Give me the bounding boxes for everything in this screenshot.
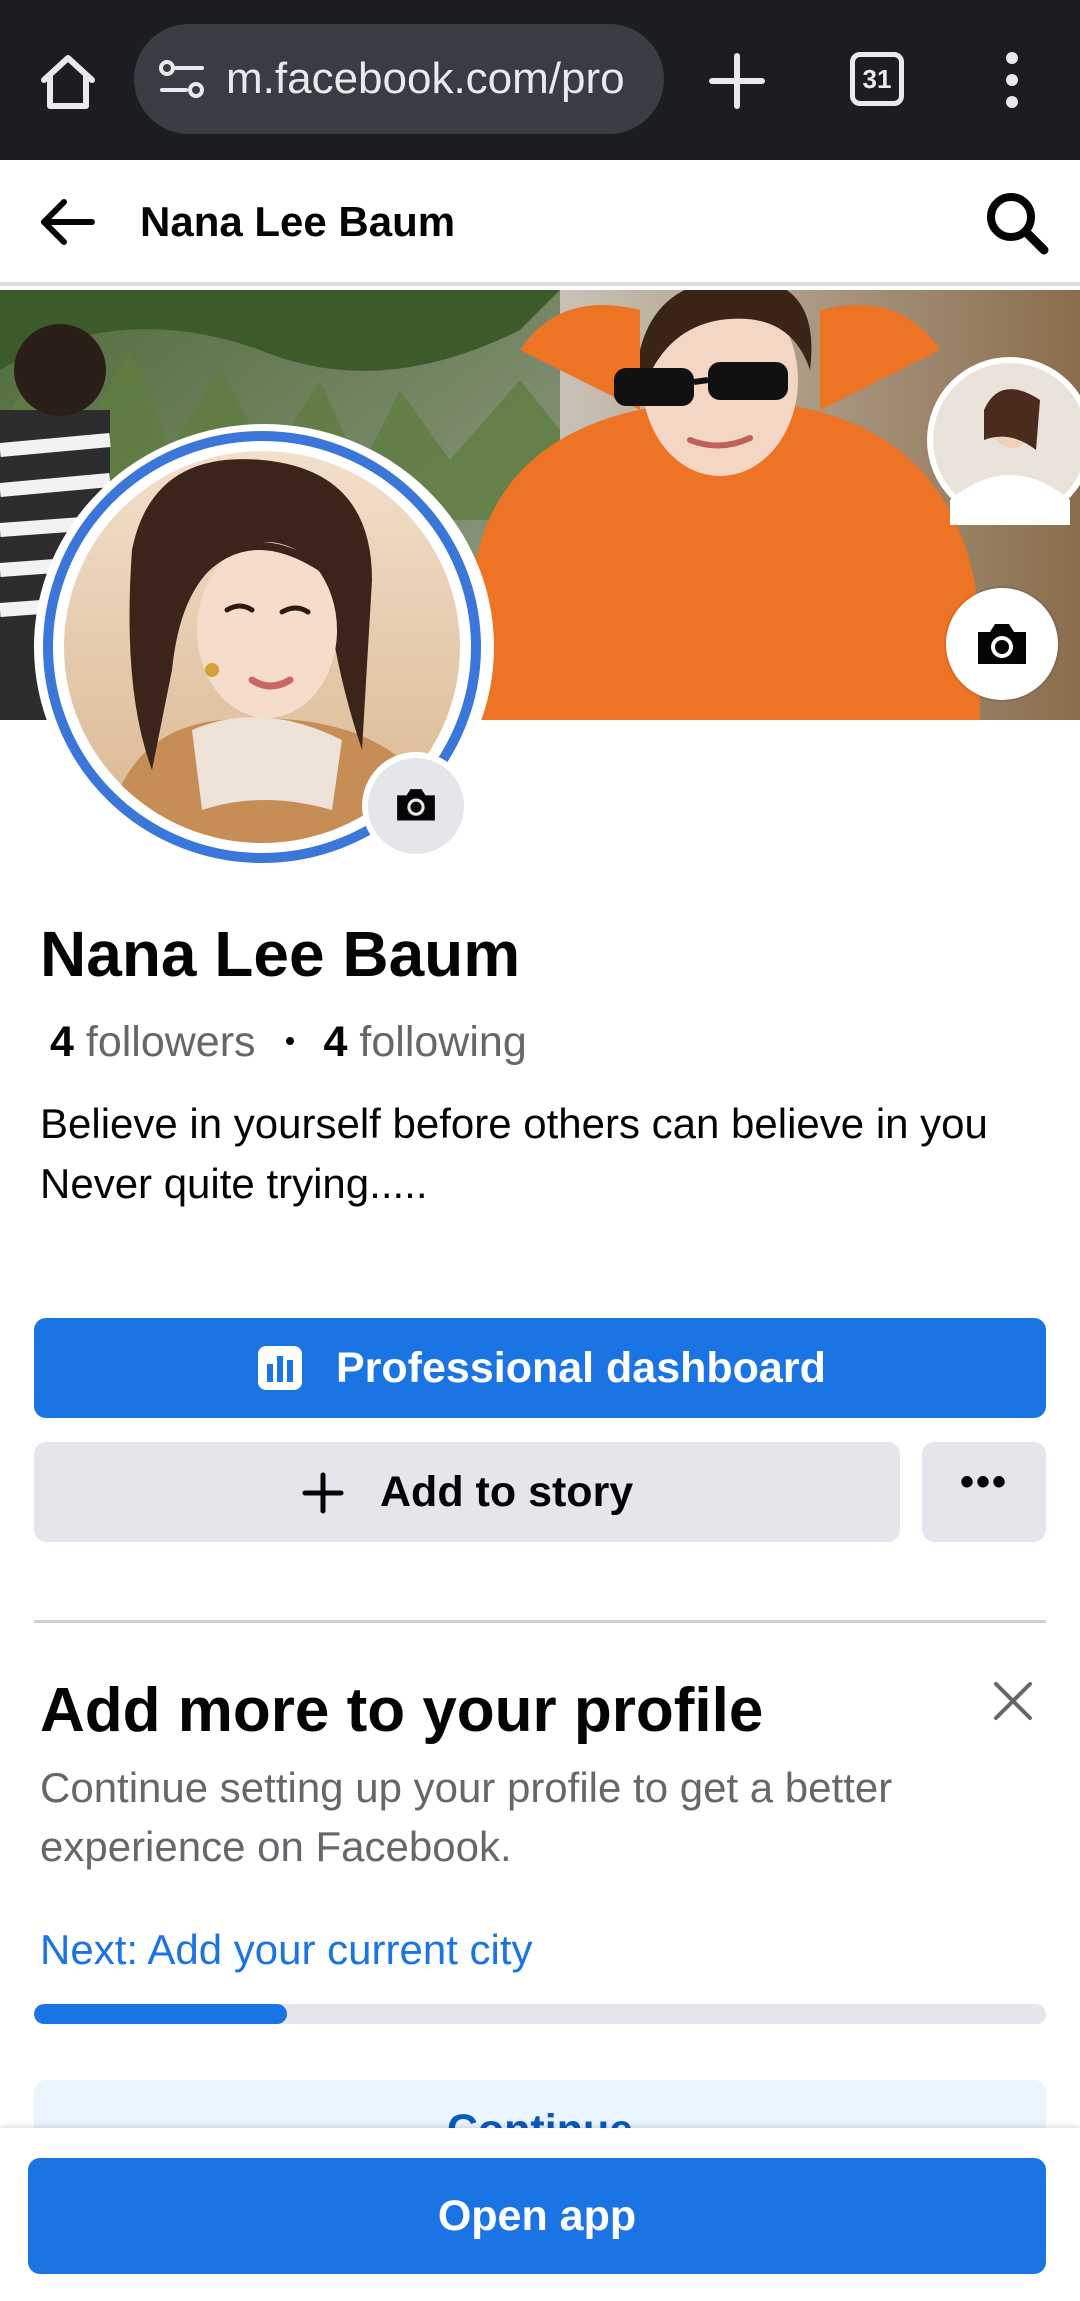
followers-count: 4 bbox=[50, 1018, 74, 1066]
more-vertical-icon[interactable] bbox=[990, 50, 1034, 110]
profile-prompt-description: Continue setting up your profile to get … bbox=[40, 1764, 893, 1870]
tabs-icon[interactable]: 31 bbox=[850, 52, 904, 106]
search-icon[interactable] bbox=[982, 188, 1052, 258]
profile-bio: Believe in yourself before others can be… bbox=[40, 1094, 1040, 1214]
home-icon[interactable] bbox=[36, 50, 100, 114]
plus-icon[interactable] bbox=[702, 46, 772, 116]
avatar-camera-button[interactable] bbox=[362, 752, 470, 860]
open-app-label: Open app bbox=[437, 2192, 637, 2240]
header-title: Nana Lee Baum bbox=[140, 198, 456, 245]
separator-dot bbox=[285, 1036, 294, 1045]
open-app-button[interactable]: Open app bbox=[28, 2158, 1046, 2274]
site-info-icon[interactable] bbox=[158, 58, 206, 100]
add-to-story-button[interactable]: Add to story bbox=[34, 1442, 900, 1542]
open-app-bar: Open app bbox=[0, 2128, 1080, 2301]
following-link[interactable]: 4 following bbox=[324, 1018, 527, 1066]
address-bar[interactable]: m.facebook.com/pro bbox=[134, 24, 664, 134]
profile-header: Nana Lee Baum bbox=[0, 160, 1080, 286]
profile-name: Nana Lee Baum bbox=[40, 918, 521, 990]
followers-label: followers bbox=[85, 1018, 256, 1066]
bio-line: Never quite trying..... bbox=[40, 1160, 428, 1207]
following-label: following bbox=[359, 1018, 527, 1066]
back-arrow-icon[interactable] bbox=[36, 190, 100, 254]
close-icon[interactable] bbox=[990, 1678, 1036, 1724]
camera-icon bbox=[978, 624, 1026, 664]
cover-camera-button[interactable] bbox=[946, 588, 1058, 700]
url-text[interactable]: m.facebook.com/pro bbox=[226, 52, 656, 106]
setup-progress-bar bbox=[34, 2004, 1046, 2024]
more-options-button[interactable]: ••• bbox=[922, 1442, 1046, 1542]
setup-progress-fill bbox=[34, 2004, 287, 2024]
add-to-story-label: Add to story bbox=[380, 1468, 634, 1516]
follow-stats: 4 followers 4 following bbox=[50, 1014, 527, 1070]
professional-dashboard-label: Professional dashboard bbox=[336, 1344, 826, 1392]
followers-link[interactable]: 4 followers bbox=[50, 1018, 256, 1066]
more-horizontal-icon: ••• bbox=[959, 1460, 1008, 1504]
plus-icon bbox=[302, 1472, 344, 1514]
chart-icon bbox=[258, 1346, 302, 1390]
camera-icon bbox=[397, 789, 435, 821]
next-step-link[interactable]: Next: Add your current city bbox=[40, 1922, 533, 1978]
profile-prompt-title: Add more to your profile bbox=[40, 1676, 764, 1745]
browser-toolbar: m.facebook.com/pro 31 bbox=[0, 0, 1080, 160]
section-divider bbox=[34, 1620, 1046, 1623]
professional-dashboard-button[interactable]: Professional dashboard bbox=[34, 1318, 1046, 1418]
bio-line: Believe in yourself before others can be… bbox=[40, 1100, 988, 1147]
following-count: 4 bbox=[323, 1018, 348, 1066]
